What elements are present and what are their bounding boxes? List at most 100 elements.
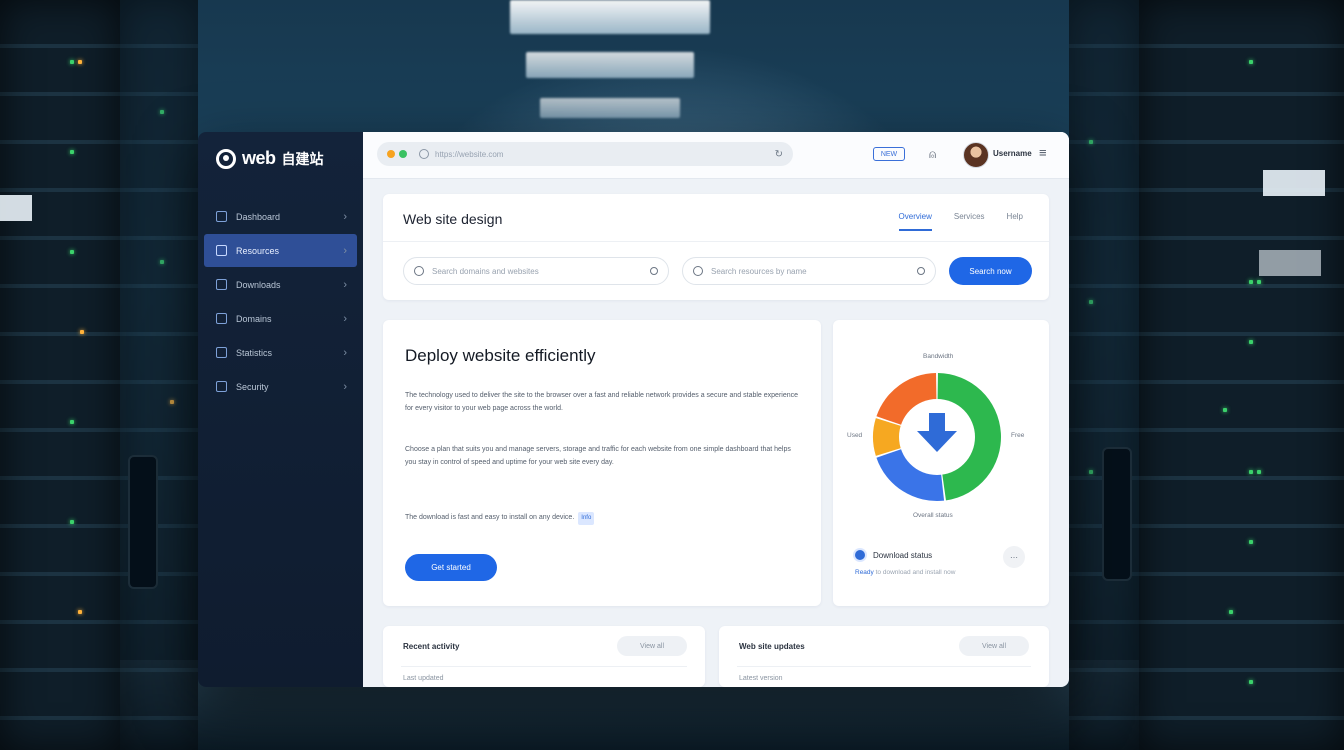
avatar[interactable]: [963, 142, 989, 168]
sidebar-nav: Dashboard › Resources › Downloads › Doma…: [204, 200, 357, 404]
main-area: https://website.com ↻ NEW ⍝ Username ≡ W…: [363, 132, 1069, 687]
tab-bar: Overview Services Help: [898, 212, 1023, 231]
bottom-card-title: Recent activity: [403, 642, 460, 651]
window-icon: [216, 279, 227, 290]
chevron-right-icon: ›: [343, 346, 347, 359]
status-text: to download and install now: [875, 569, 956, 576]
status-dot: [855, 550, 865, 560]
server-rack-right-inner: [1069, 0, 1139, 750]
bottom-card-sub: Latest version: [739, 675, 783, 682]
chart-label-top: Bandwidth: [923, 353, 954, 360]
ceiling-light: [540, 98, 680, 118]
ceiling-light: [526, 52, 694, 78]
sidebar-item-label: Downloads: [236, 279, 281, 290]
search-input-resources[interactable]: Search resources by name: [682, 257, 936, 285]
info-badge[interactable]: Info: [578, 512, 595, 525]
view-all-button[interactable]: View all: [959, 636, 1029, 656]
refresh-icon[interactable]: ↻: [775, 149, 783, 160]
paragraph: Choose a plan that suits you and manage …: [405, 446, 791, 466]
ceiling-light: [510, 0, 710, 34]
bell-icon[interactable]: ⍝: [929, 147, 936, 162]
donut-chart: [872, 373, 1001, 502]
hamburger-menu-icon[interactable]: ≡: [1039, 145, 1047, 160]
header-card: Web site design Overview Services Help S…: [383, 194, 1049, 300]
folder-icon: [216, 211, 227, 222]
globe-ring-icon: [216, 148, 236, 169]
lock-icon: [216, 381, 227, 392]
paragraph: The download is fast and easy to install…: [405, 512, 801, 525]
tab-services[interactable]: Services: [954, 212, 985, 231]
address-bar[interactable]: https://website.com ↻: [377, 142, 793, 166]
sidebar-item-label: Statistics: [236, 347, 273, 358]
sidebar-item-label: Security: [236, 381, 269, 392]
window-dot-green: [399, 150, 407, 158]
bottom-card-activity: Recent activity View all Last updated: [383, 626, 705, 687]
chart-label-right: Free: [1011, 432, 1025, 439]
window-dot-yellow: [387, 150, 395, 158]
clear-icon[interactable]: [917, 267, 925, 275]
tab-help[interactable]: Help: [1007, 212, 1023, 231]
status-subtitle: Ready to download and install now: [855, 569, 955, 576]
search-icon: [414, 266, 424, 276]
search-placeholder: Search domains and websites: [432, 266, 539, 276]
chart-label-left: Used: [847, 432, 863, 439]
server-rack-left: [0, 0, 120, 750]
bottom-card-title: Web site updates: [739, 642, 805, 651]
tab-overview[interactable]: Overview: [898, 212, 932, 231]
user-name[interactable]: Username: [993, 149, 1032, 158]
chevron-right-icon: ›: [343, 244, 347, 257]
chevron-right-icon: ›: [343, 312, 347, 325]
divider: [401, 666, 687, 667]
chart-card: Bandwidth Used Free Overall status Downl…: [833, 320, 1049, 606]
grid-icon: [216, 245, 227, 256]
page-title: Web site design: [403, 211, 503, 227]
more-options-button[interactable]: ⋯: [1003, 546, 1025, 568]
rack-handle: [128, 455, 158, 589]
get-started-button[interactable]: Get started: [405, 554, 497, 581]
view-all-button[interactable]: View all: [617, 636, 687, 656]
brand-name: web: [242, 148, 276, 168]
server-rack-right: [1139, 0, 1344, 750]
download-status: Download status: [855, 550, 932, 560]
app-window: web 自建站 Dashboard › Resources › Download…: [198, 132, 1069, 687]
search-button[interactable]: Search now: [949, 257, 1032, 285]
chevron-right-icon: ›: [343, 380, 347, 393]
bottom-card-sub: Last updated: [403, 675, 444, 682]
sidebar-item-resources[interactable]: Resources ›: [204, 234, 357, 267]
bottom-card-updates: Web site updates View all Latest version: [719, 626, 1049, 687]
top-bar: https://website.com ↻ NEW ⍝ Username ≡: [363, 132, 1069, 179]
chevron-right-icon: ›: [343, 210, 347, 223]
status-prefix: Ready: [855, 569, 874, 576]
divider: [737, 666, 1031, 667]
search-icon: [419, 149, 429, 159]
chevron-right-icon: ›: [343, 278, 347, 291]
divider: [383, 241, 1049, 242]
search-placeholder: Search resources by name: [711, 266, 807, 276]
url-text: https://website.com: [435, 149, 504, 159]
paragraph-text: The download is fast and easy to install…: [405, 514, 575, 521]
sidebar-item-security[interactable]: Security ›: [204, 370, 357, 403]
sidebar-item-label: Dashboard: [236, 211, 281, 222]
search-input-domains[interactable]: Search domains and websites: [403, 257, 669, 285]
clear-icon[interactable]: [650, 267, 658, 275]
server-rack-left-inner: [120, 0, 198, 750]
content-headline: Deploy website efficiently: [405, 346, 596, 365]
search-icon: [693, 266, 703, 276]
sidebar: web 自建站 Dashboard › Resources › Download…: [198, 132, 363, 687]
paragraph: The technology used to deliver the site …: [405, 392, 799, 412]
sidebar-item-statistics[interactable]: Statistics ›: [204, 336, 357, 369]
chart-icon: [216, 347, 227, 358]
sidebar-item-dashboard[interactable]: Dashboard ›: [204, 200, 357, 233]
sidebar-item-label: Domains: [236, 313, 272, 324]
sidebar-item-downloads[interactable]: Downloads ›: [204, 268, 357, 301]
brand-subtitle: 自建站: [281, 150, 324, 167]
chart-label-bottom: Overall status: [913, 512, 953, 519]
rack-handle: [1102, 447, 1132, 581]
content-card: Deploy website efficiently The technolog…: [383, 320, 821, 606]
sidebar-item-domains[interactable]: Domains ›: [204, 302, 357, 335]
brand[interactable]: web 自建站: [216, 148, 324, 169]
box-icon: [216, 313, 227, 324]
status-title: Download status: [873, 550, 933, 560]
sidebar-item-label: Resources: [236, 245, 280, 256]
new-badge[interactable]: NEW: [873, 147, 905, 161]
